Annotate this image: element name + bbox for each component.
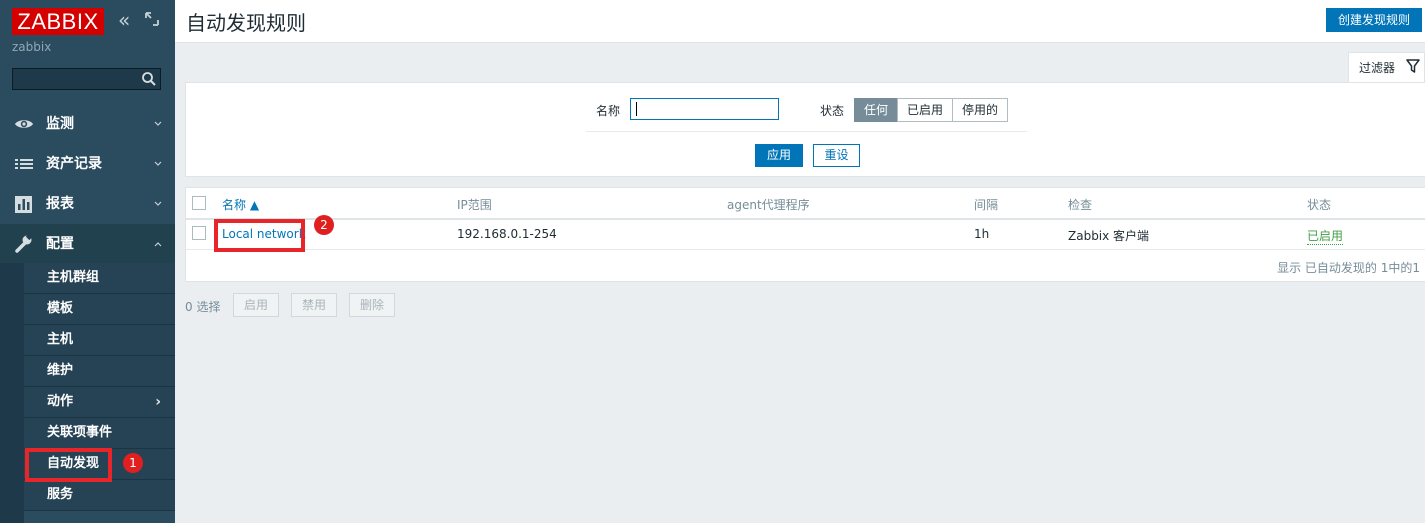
column-header-name[interactable]: 名称 ▲: [222, 196, 259, 213]
filter-panel: [185, 82, 1425, 177]
apply-button[interactable]: 应用: [755, 144, 803, 167]
submenu-item-maintenance[interactable]: 维护: [24, 356, 175, 387]
status-filter-label: 状态: [820, 104, 845, 118]
table-footer-count: 显示 已自动发现的 1中的1: [1277, 261, 1420, 275]
page-title: 自动发现规则: [186, 11, 306, 35]
submenu-item-services[interactable]: 服务: [24, 480, 175, 511]
mass-delete-button[interactable]: 删除: [349, 293, 396, 317]
column-header-ip-range: IP范围: [457, 198, 492, 212]
menu-item-label: 资产记录: [46, 156, 102, 172]
discovery-rules-table: 名称 ▲ IP范围 agent代理程序 间隔 检查 状态 Local netwo…: [185, 187, 1425, 282]
selected-count: 0 选择: [185, 300, 221, 314]
menu-item-label: 监测: [46, 116, 74, 132]
sidebar-search-input[interactable]: [12, 68, 161, 90]
column-header-interval: 间隔: [974, 198, 999, 212]
chevron-up-icon: [154, 242, 162, 247]
submenu-item-event-correlation[interactable]: 关联项事件: [24, 418, 175, 449]
chevron-down-icon: [154, 121, 162, 126]
page-header: 自动发现规则 创建发现规则: [175, 0, 1425, 43]
list-icon: [15, 159, 33, 169]
menu-item-reports[interactable]: 报表: [0, 184, 175, 224]
menu-item-monitoring[interactable]: 监测: [0, 104, 175, 144]
submenu-item-hosts[interactable]: 主机: [24, 325, 175, 356]
interval-cell: 1h: [974, 227, 990, 241]
mass-enable-button[interactable]: 启用: [233, 293, 280, 317]
row-divider: [186, 249, 1425, 250]
submenu-item-actions[interactable]: 动作 ›: [24, 387, 175, 418]
collapse-sidebar-icon[interactable]: «: [118, 10, 130, 30]
column-header-status: 状态: [1307, 198, 1332, 212]
eye-icon: [15, 120, 33, 128]
status-option-enabled[interactable]: 已启用: [897, 98, 953, 122]
reset-button[interactable]: 重设: [813, 144, 860, 167]
annotation-highlight-discovery: [25, 448, 112, 482]
checks-cell: Zabbix 客户端: [1068, 229, 1150, 243]
annotation-highlight-rule: [214, 219, 305, 252]
status-toggle-link[interactable]: 已启用: [1307, 227, 1344, 245]
sidebar: ZABBIX zabbix « 监测 资产记录 报表 配置 主机群组 模板 主机…: [0, 0, 175, 523]
kiosk-mode-icon[interactable]: [144, 11, 160, 27]
column-header-proxy: agent代理程序: [727, 198, 810, 212]
chevron-right-icon: ›: [155, 394, 161, 410]
annotation-badge-1: 1: [123, 453, 143, 473]
submenu-item-templates[interactable]: 模板: [24, 294, 175, 325]
submenu-item-host-groups[interactable]: 主机群组: [24, 263, 175, 294]
submenu-rail: [0, 263, 24, 523]
bar-chart-icon: [15, 196, 32, 213]
annotation-badge-2: 2: [314, 215, 334, 235]
submenu-item-label: 动作: [47, 394, 74, 409]
row-checkbox[interactable]: [192, 226, 206, 240]
ip-range-cell: 192.168.0.1-254: [457, 227, 557, 241]
filter-tab[interactable]: 过滤器: [1348, 52, 1425, 82]
filter-divider: [586, 131, 1027, 132]
filter-icon: [1406, 59, 1420, 73]
wrench-icon: [15, 234, 33, 253]
header-divider: [186, 218, 1425, 220]
status-option-disabled[interactable]: 停用的: [952, 98, 1009, 122]
create-discovery-rule-button[interactable]: 创建发现规则: [1325, 8, 1422, 32]
status-option-any[interactable]: 任何: [854, 98, 898, 122]
name-filter-label: 名称: [596, 104, 621, 118]
server-name: zabbix: [12, 40, 52, 54]
menu-item-label: 报表: [46, 196, 74, 212]
status-filter-segmented: 任何 已启用 停用的: [854, 98, 1009, 122]
chevron-down-icon: [154, 161, 162, 166]
column-header-checks: 检查: [1068, 198, 1093, 212]
chevron-down-icon: [154, 201, 162, 206]
name-filter-input[interactable]: [630, 98, 779, 120]
zabbix-logo[interactable]: ZABBIX: [12, 8, 104, 35]
text-caret: [636, 102, 637, 116]
filter-tab-label: 过滤器: [1359, 61, 1396, 75]
mass-disable-button[interactable]: 禁用: [291, 293, 338, 317]
select-all-checkbox[interactable]: [192, 196, 206, 210]
menu-item-inventory[interactable]: 资产记录: [0, 144, 175, 184]
search-icon[interactable]: [141, 71, 157, 87]
menu-item-configuration[interactable]: 配置: [0, 224, 175, 264]
menu-item-label: 配置: [46, 236, 74, 252]
